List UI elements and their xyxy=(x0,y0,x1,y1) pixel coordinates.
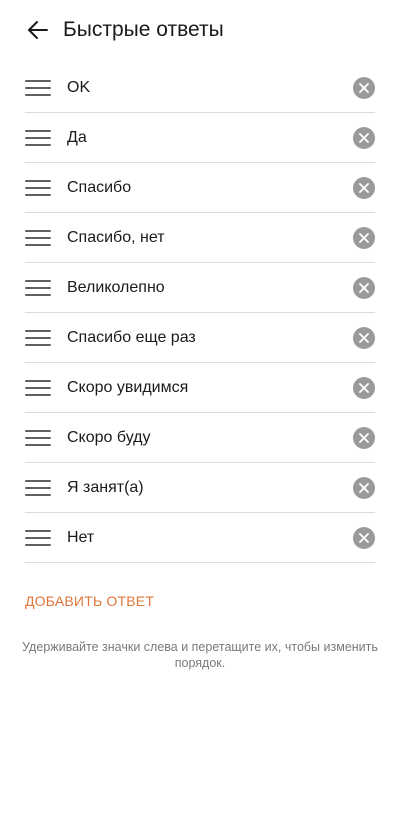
quick-replies-list: OK Да Спасибо Спасибо, нет Великолепно С… xyxy=(25,63,375,563)
reply-label[interactable]: Скоро буду xyxy=(67,428,151,448)
list-item: Я занят(а) xyxy=(25,463,375,513)
list-item: OK xyxy=(25,63,375,113)
remove-button[interactable] xyxy=(353,227,375,249)
list-item: Спасибо xyxy=(25,163,375,213)
page-title: Быстрые ответы xyxy=(63,18,224,41)
close-icon xyxy=(359,83,369,93)
drag-handle-icon[interactable] xyxy=(25,79,51,97)
list-item: Спасибо еще раз xyxy=(25,313,375,363)
reply-label[interactable]: Великолепно xyxy=(67,278,165,298)
close-icon xyxy=(359,383,369,393)
reply-label[interactable]: Скоро увидимся xyxy=(67,378,188,398)
drag-handle-icon[interactable] xyxy=(25,129,51,147)
reply-label[interactable]: Да xyxy=(67,128,87,148)
close-icon xyxy=(359,483,369,493)
back-button[interactable] xyxy=(24,16,52,44)
reply-label[interactable]: Я занят(а) xyxy=(67,478,144,498)
drag-handle-icon[interactable] xyxy=(25,229,51,247)
drag-handle-icon[interactable] xyxy=(25,529,51,547)
close-icon xyxy=(359,433,369,443)
reply-label[interactable]: Спасибо xyxy=(67,178,131,198)
remove-button[interactable] xyxy=(353,177,375,199)
remove-button[interactable] xyxy=(353,377,375,399)
close-icon xyxy=(359,133,369,143)
drag-handle-icon[interactable] xyxy=(25,379,51,397)
close-icon xyxy=(359,333,369,343)
close-icon xyxy=(359,533,369,543)
list-item: Скоро увидимся xyxy=(25,363,375,413)
drag-handle-icon[interactable] xyxy=(25,329,51,347)
app-header: Быстрые ответы xyxy=(0,0,400,60)
list-item: Великолепно xyxy=(25,263,375,313)
drag-handle-icon[interactable] xyxy=(25,429,51,447)
list-item: Спасибо, нет xyxy=(25,213,375,263)
reply-label[interactable]: Спасибо, нет xyxy=(67,228,165,248)
remove-button[interactable] xyxy=(353,527,375,549)
remove-button[interactable] xyxy=(353,477,375,499)
close-icon xyxy=(359,283,369,293)
remove-button[interactable] xyxy=(353,77,375,99)
add-reply-button[interactable]: ДОБАВИТЬ ОТВЕТ xyxy=(25,592,154,610)
remove-button[interactable] xyxy=(353,427,375,449)
reply-label[interactable]: OK xyxy=(67,78,90,98)
drag-handle-icon[interactable] xyxy=(25,279,51,297)
list-item: Скоро буду xyxy=(25,413,375,463)
remove-button[interactable] xyxy=(353,277,375,299)
remove-button[interactable] xyxy=(353,327,375,349)
reply-label[interactable]: Нет xyxy=(67,528,94,548)
arrow-left-icon xyxy=(28,21,48,39)
close-icon xyxy=(359,233,369,243)
list-item: Нет xyxy=(25,513,375,563)
remove-button[interactable] xyxy=(353,127,375,149)
drag-handle-icon[interactable] xyxy=(25,179,51,197)
reply-label[interactable]: Спасибо еще раз xyxy=(67,328,196,348)
list-item: Да xyxy=(25,113,375,163)
reorder-hint: Удерживайте значки слева и перетащите их… xyxy=(22,640,378,670)
close-icon xyxy=(359,183,369,193)
drag-handle-icon[interactable] xyxy=(25,479,51,497)
